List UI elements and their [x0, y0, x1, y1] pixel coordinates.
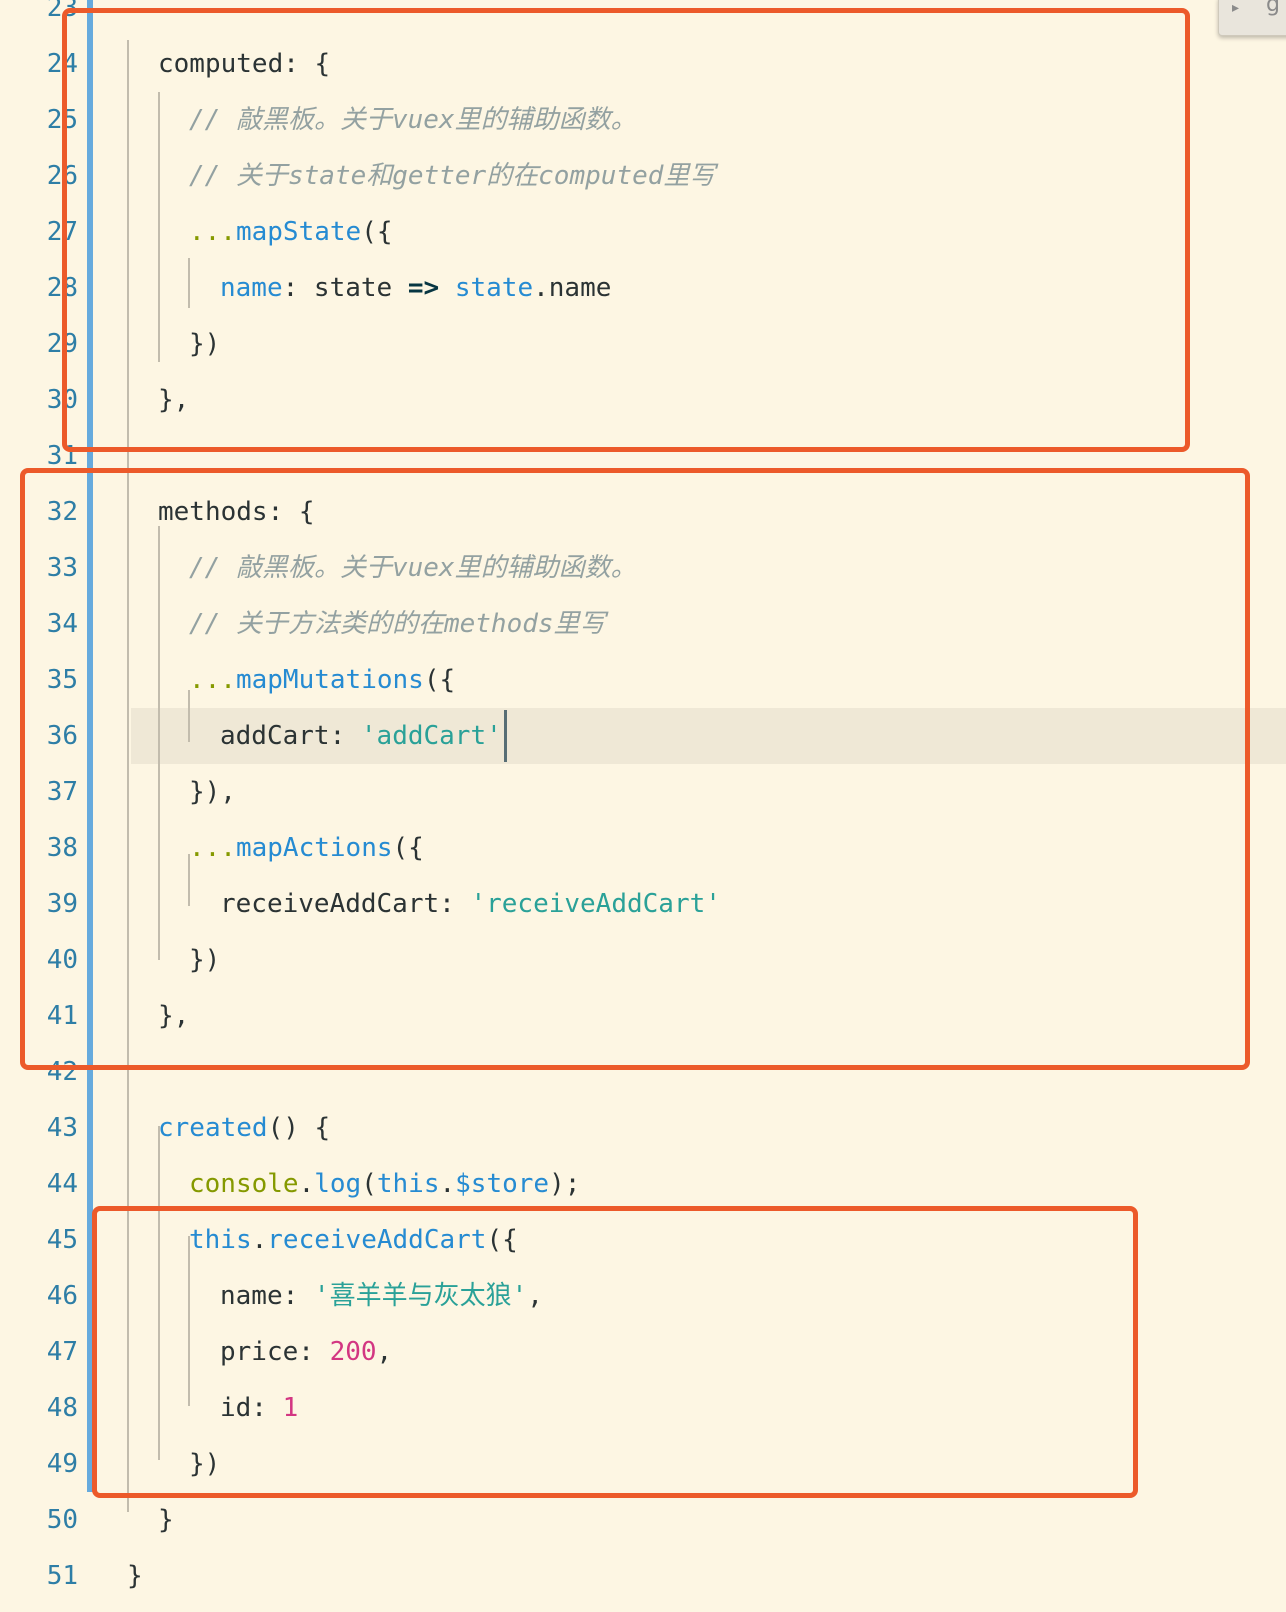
code-token: (: [361, 1169, 377, 1199]
line-number: 51: [46, 1561, 78, 1591]
code-line[interactable]: 44 console.log(this.$store);: [0, 1156, 1286, 1212]
code-line[interactable]: 50}: [0, 1492, 1286, 1548]
line-number: 46: [46, 1281, 78, 1311]
code-line[interactable]: 43 created() {: [0, 1100, 1286, 1156]
code-token: );: [549, 1169, 581, 1199]
line-number: 43: [46, 1113, 78, 1143]
code-token: created: [158, 1113, 268, 1143]
code-line[interactable]: 51}: [0, 1548, 1286, 1604]
code-text[interactable]: }: [127, 1548, 143, 1604]
code-token: this: [376, 1169, 440, 1199]
annotation-box-receive-call: [92, 1206, 1138, 1498]
line-number: 48: [46, 1393, 78, 1423]
code-text[interactable]: console.log(this.$store);: [189, 1156, 580, 1212]
line-number: 45: [46, 1225, 78, 1255]
line-number: 47: [46, 1337, 78, 1367]
line-number: 50: [46, 1505, 78, 1535]
line-number: 44: [46, 1169, 78, 1199]
code-token: console: [189, 1169, 299, 1199]
code-text[interactable]: created() {: [158, 1100, 330, 1156]
code-text[interactable]: }: [158, 1492, 174, 1548]
code-token: }: [158, 1505, 174, 1535]
code-token: $store: [455, 1169, 550, 1199]
code-token: }: [127, 1561, 143, 1591]
annotation-box-computed: [62, 8, 1190, 452]
code-token: .: [298, 1169, 315, 1199]
code-editor[interactable]: 23 24 computed: {25// 敲黑板。关于vuex里的辅助函数。 26/…: [0, 0, 1286, 1612]
code-token: .: [439, 1169, 456, 1199]
triangle-right-icon: ▸: [1232, 0, 1240, 16]
code-token: log: [314, 1169, 362, 1199]
code-token: () {: [267, 1113, 331, 1143]
annotation-box-methods: [20, 468, 1250, 1070]
fold-widget-label: g: [1266, 0, 1280, 17]
line-number: 49: [46, 1449, 78, 1479]
